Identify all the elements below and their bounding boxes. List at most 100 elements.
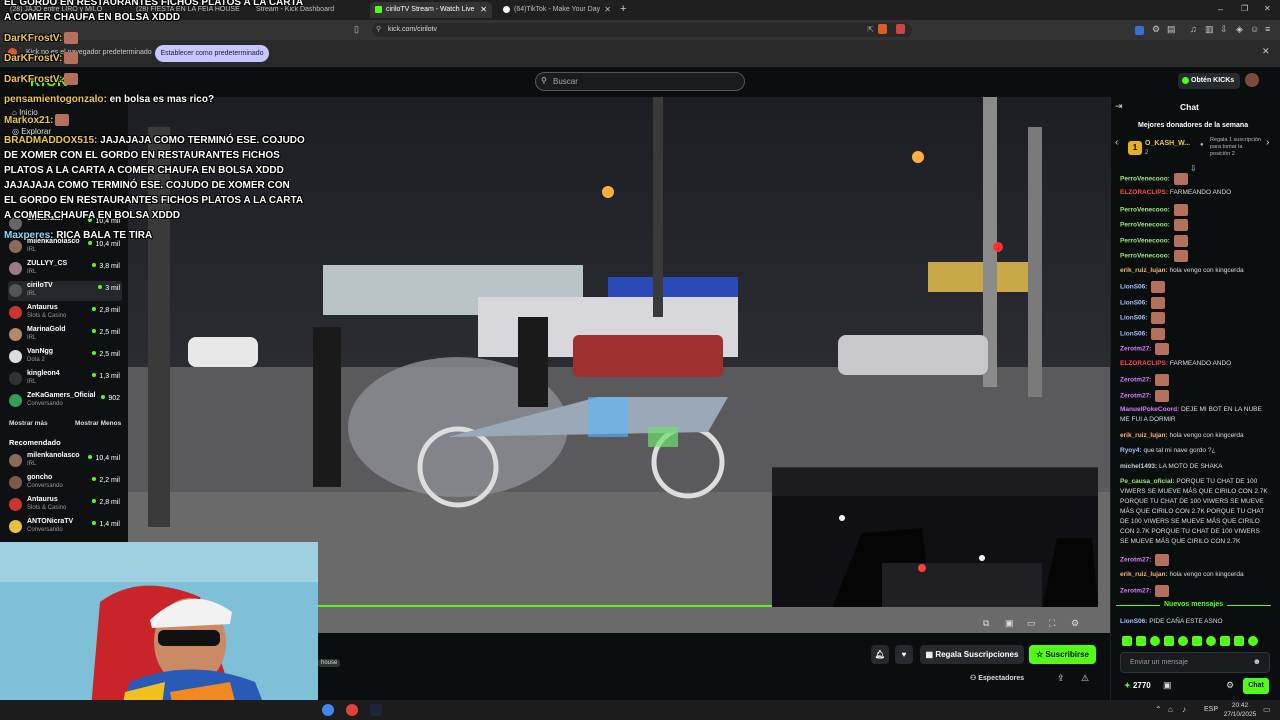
extension-icon[interactable]	[896, 24, 905, 34]
chat-username[interactable]: Zerotm27:	[1120, 393, 1151, 400]
download-icon[interactable]: ⇩	[1220, 24, 1228, 35]
chat-message[interactable]: Zerotm27:	[1120, 585, 1270, 597]
bookmark-icon[interactable]: ▯	[354, 24, 359, 35]
sidebar-channel[interactable]: kingleon4 IRL 1,3 mil	[8, 369, 122, 389]
chat-message[interactable]: michel1493: LA MOTO DE SHAKA	[1120, 462, 1270, 472]
network-icon[interactable]: ⌂	[1168, 705, 1173, 714]
follow-heart-button[interactable]: ♥	[895, 645, 913, 664]
chat-message[interactable]: LionS06:	[1120, 328, 1270, 340]
brave-shield-icon[interactable]	[878, 24, 887, 34]
reader-icon[interactable]: ▤	[1167, 24, 1176, 35]
settings-icon[interactable]: ⚙	[1071, 618, 1079, 629]
site-info-icon[interactable]: ⚲	[376, 25, 381, 33]
sidebar-channel[interactable]: MarinaGold IRL 2,5 mil	[8, 325, 122, 345]
clock[interactable]: 20:42 27/10/2025	[1221, 701, 1259, 719]
new-messages-label[interactable]: Nuevos mensajes	[1160, 601, 1228, 608]
emote-icon[interactable]	[1178, 636, 1188, 646]
browser-tab[interactable]: (64)TikTok - Make Your Day ✕	[498, 2, 616, 18]
emoji-picker-icon[interactable]: ☻	[1253, 657, 1261, 666]
theater-mode-icon[interactable]: ▭	[1027, 618, 1036, 629]
subscribe-button[interactable]: ☆ Suscribirse	[1029, 645, 1096, 664]
emote-icon[interactable]	[1234, 636, 1244, 646]
sidebar-channel[interactable]: Antaurus Slots & Casino 2,8 mil	[8, 495, 122, 515]
chat-message[interactable]: PerroVenecooo:	[1120, 219, 1270, 231]
wallet-icon[interactable]: ◈	[1236, 24, 1243, 35]
obs-taskbar-icon[interactable]	[346, 704, 358, 716]
chat-username[interactable]: PerroVenecooo:	[1120, 207, 1170, 214]
chat-message[interactable]: Zerotm27:	[1120, 343, 1270, 355]
chat-username[interactable]: Zerotm27:	[1120, 588, 1151, 595]
chat-username[interactable]: LionS06:	[1120, 618, 1147, 625]
extensions-icon[interactable]: ⚙	[1152, 24, 1160, 35]
chat-username[interactable]: PerroVenecooo:	[1120, 253, 1170, 260]
collapse-chat-icon[interactable]: ⇥	[1115, 101, 1123, 112]
sidebar-channel[interactable]: Antaurus Slots & Casino 2,8 mil	[8, 303, 122, 323]
chat-username[interactable]: ELZORACLIPS:	[1120, 360, 1168, 367]
emote-icon[interactable]	[1248, 636, 1258, 646]
chat-message[interactable]: LionS06: PIDE CAÑA ESTE ASNO	[1120, 617, 1270, 627]
chat-message[interactable]: Pe_causa_oficial: PORQUE TU CHAT DE 100 …	[1120, 477, 1270, 547]
media-icon[interactable]: ♫	[1190, 24, 1197, 34]
gift-box-icon[interactable]: ▣	[1163, 680, 1172, 691]
chat-message[interactable]: LionS06:	[1120, 281, 1270, 293]
pip-icon[interactable]: ⧉	[983, 618, 989, 629]
chat-username[interactable]: ELZORACLIPS:	[1120, 189, 1168, 196]
chat-message[interactable]: Zerotm27:	[1120, 390, 1270, 402]
chat-message[interactable]: ELZORACLIPS: FARMEANDO ANDO	[1120, 188, 1270, 198]
chat-message[interactable]: PerroVenecooo:	[1120, 204, 1270, 216]
send-chat-button[interactable]: Chat	[1243, 678, 1269, 694]
emote-icon[interactable]	[1192, 636, 1202, 646]
chat-username[interactable]: LionS06:	[1120, 331, 1147, 338]
emote-icon[interactable]	[1122, 636, 1132, 646]
chat-username[interactable]: LionS06:	[1120, 300, 1147, 307]
chat-username[interactable]: PerroVenecooo:	[1120, 222, 1170, 229]
chat-username[interactable]: michel1493:	[1120, 463, 1157, 470]
chat-message[interactable]: LionS06:	[1120, 312, 1270, 324]
chat-message[interactable]: erik_ruiz_lujan: hola vengo con kingcerd…	[1120, 570, 1270, 580]
chat-username[interactable]: PerroVenecooo:	[1120, 176, 1170, 183]
notification-bell-button[interactable]: 🔔︎	[871, 645, 889, 664]
chat-username[interactable]: erik_ruiz_lujan:	[1120, 267, 1168, 274]
sidebar-channel[interactable]: ZeKaGamers_Oficial Conversando 902	[8, 391, 122, 411]
chat-username[interactable]: erik_ruiz_lujan:	[1120, 432, 1168, 439]
chat-message[interactable]: Zerotm27:	[1120, 374, 1270, 386]
emote-icon[interactable]	[1136, 636, 1146, 646]
chat-username[interactable]: Pe_causa_oficial:	[1120, 478, 1175, 485]
chat-username[interactable]: Zerotm27:	[1120, 377, 1151, 384]
sidebar-channel[interactable]: ZULLYY_CS IRL 3,8 mil	[8, 259, 122, 279]
profile-icon[interactable]: ☺	[1250, 24, 1259, 34]
sidebar-channel[interactable]: ANTONicraTV Conversando 1,4 mil	[8, 517, 122, 537]
close-window-icon[interactable]: ✕	[1264, 4, 1271, 13]
chat-message[interactable]: PerroVenecooo:	[1120, 250, 1270, 262]
chat-message[interactable]: Ryoy4: que tal mi nave gordo ?¿	[1120, 446, 1270, 456]
chat-username[interactable]: Zerotm27:	[1120, 557, 1151, 564]
steam-taskbar-icon[interactable]	[370, 704, 382, 716]
extension-icon[interactable]	[1135, 26, 1144, 35]
chrome-taskbar-icon[interactable]	[322, 704, 334, 716]
report-icon[interactable]: ⚠	[1081, 673, 1089, 684]
language-indicator[interactable]: ESP	[1204, 706, 1218, 713]
share-icon[interactable]: ⇱	[867, 25, 874, 34]
close-tab-icon[interactable]: ✕	[604, 5, 611, 14]
chat-username[interactable]: ManuelPokeCoord:	[1120, 406, 1179, 413]
chat-message[interactable]: Zerotm27:	[1120, 554, 1270, 566]
emote-icon[interactable]	[1206, 636, 1216, 646]
sidebar-icon[interactable]: ▥	[1205, 24, 1214, 35]
gift-subs-button[interactable]: ▦ Regala Suscripciones	[920, 645, 1024, 664]
tray-chevron-icon[interactable]: ⌃	[1155, 705, 1162, 714]
emote-icon[interactable]	[1150, 636, 1160, 646]
chat-message[interactable]: ELZORACLIPS: FARMEANDO ANDO	[1120, 359, 1270, 369]
maximize-icon[interactable]: ❐	[1241, 4, 1248, 13]
sidebar-channel[interactable]: goncho Conversando 2,2 mil	[8, 473, 122, 493]
get-kicks-button[interactable]: Obtén KICKs	[1178, 73, 1240, 89]
emote-icon[interactable]	[1220, 636, 1230, 646]
emote-icon[interactable]	[1164, 636, 1174, 646]
chat-username[interactable]: PerroVenecooo:	[1120, 238, 1170, 245]
show-more-button[interactable]: Mostrar más	[9, 420, 48, 427]
chevron-left-icon[interactable]: ‹	[1115, 137, 1118, 148]
sidebar-channel[interactable]: milenkanolasco IRL 10,4 mil	[8, 451, 122, 471]
chat-message[interactable]: PerroVenecooo:	[1120, 235, 1270, 247]
show-less-button[interactable]: Mostrar Menos	[75, 420, 121, 427]
chat-message[interactable]: erik_ruiz_lujan: hola vengo con kingcerd…	[1120, 431, 1270, 441]
chat-input[interactable]: Enviar un mensaje ☻	[1120, 652, 1270, 673]
